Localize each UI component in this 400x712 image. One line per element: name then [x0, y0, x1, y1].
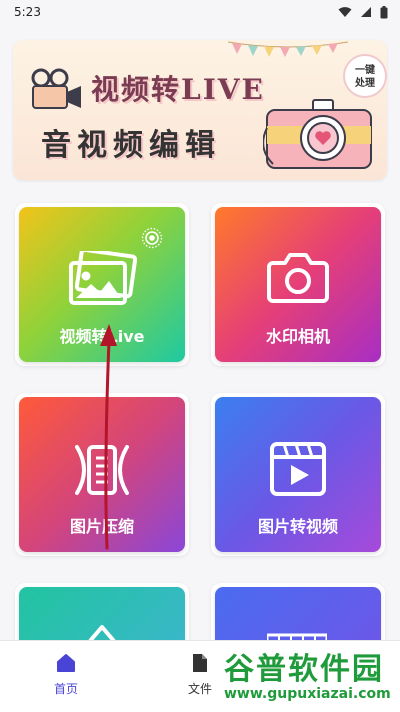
camera-icon	[267, 253, 329, 303]
nav-label-home: 首页	[53, 682, 78, 696]
tile-label-image-to-video: 图片转视频	[257, 517, 338, 536]
annotation-arrow	[100, 324, 117, 550]
photo-camera-illustration	[263, 99, 372, 169]
watermark-url: www.gupuxiazai.com	[224, 686, 391, 702]
watermark-title: 谷普软件园	[224, 652, 384, 687]
signal-icon	[361, 7, 371, 17]
live-photo-icon	[141, 227, 163, 249]
nav-item-home[interactable]: 首页	[26, 653, 106, 697]
film-camera-icon	[31, 68, 81, 109]
video-clip-icon	[270, 442, 326, 496]
home-icon	[57, 654, 75, 672]
file-icon	[193, 654, 207, 672]
badge-line1: 一键	[355, 65, 375, 76]
one-click-badge: 一键 处理	[343, 54, 387, 98]
status-icons	[338, 5, 388, 19]
badge-line2: 处理	[355, 78, 375, 89]
status-time: 5:23	[14, 5, 41, 19]
promo-banner[interactable]: 视频转LIVE 音视频编辑 一键 处理	[13, 40, 387, 180]
tile-image-to-video[interactable]: 图片转视频	[215, 397, 381, 552]
tile-label-watermark-camera: 水印相机	[265, 327, 330, 346]
battery-icon	[380, 5, 388, 18]
tile-row3-left[interactable]	[19, 587, 185, 647]
banner-title-secondary: 音视频编辑	[41, 128, 221, 163]
tile-watermark-camera[interactable]: 水印相机	[215, 207, 381, 362]
tile-row3-right[interactable]	[215, 587, 381, 647]
bunting-decoration	[228, 41, 348, 57]
status-bar: 5:23	[0, 0, 400, 24]
wifi-icon	[338, 7, 352, 17]
image-icon	[69, 251, 137, 305]
banner-title-primary: 视频转LIVE	[91, 73, 265, 106]
site-watermark: 谷普软件园 www.gupuxiazai.com	[224, 644, 396, 708]
